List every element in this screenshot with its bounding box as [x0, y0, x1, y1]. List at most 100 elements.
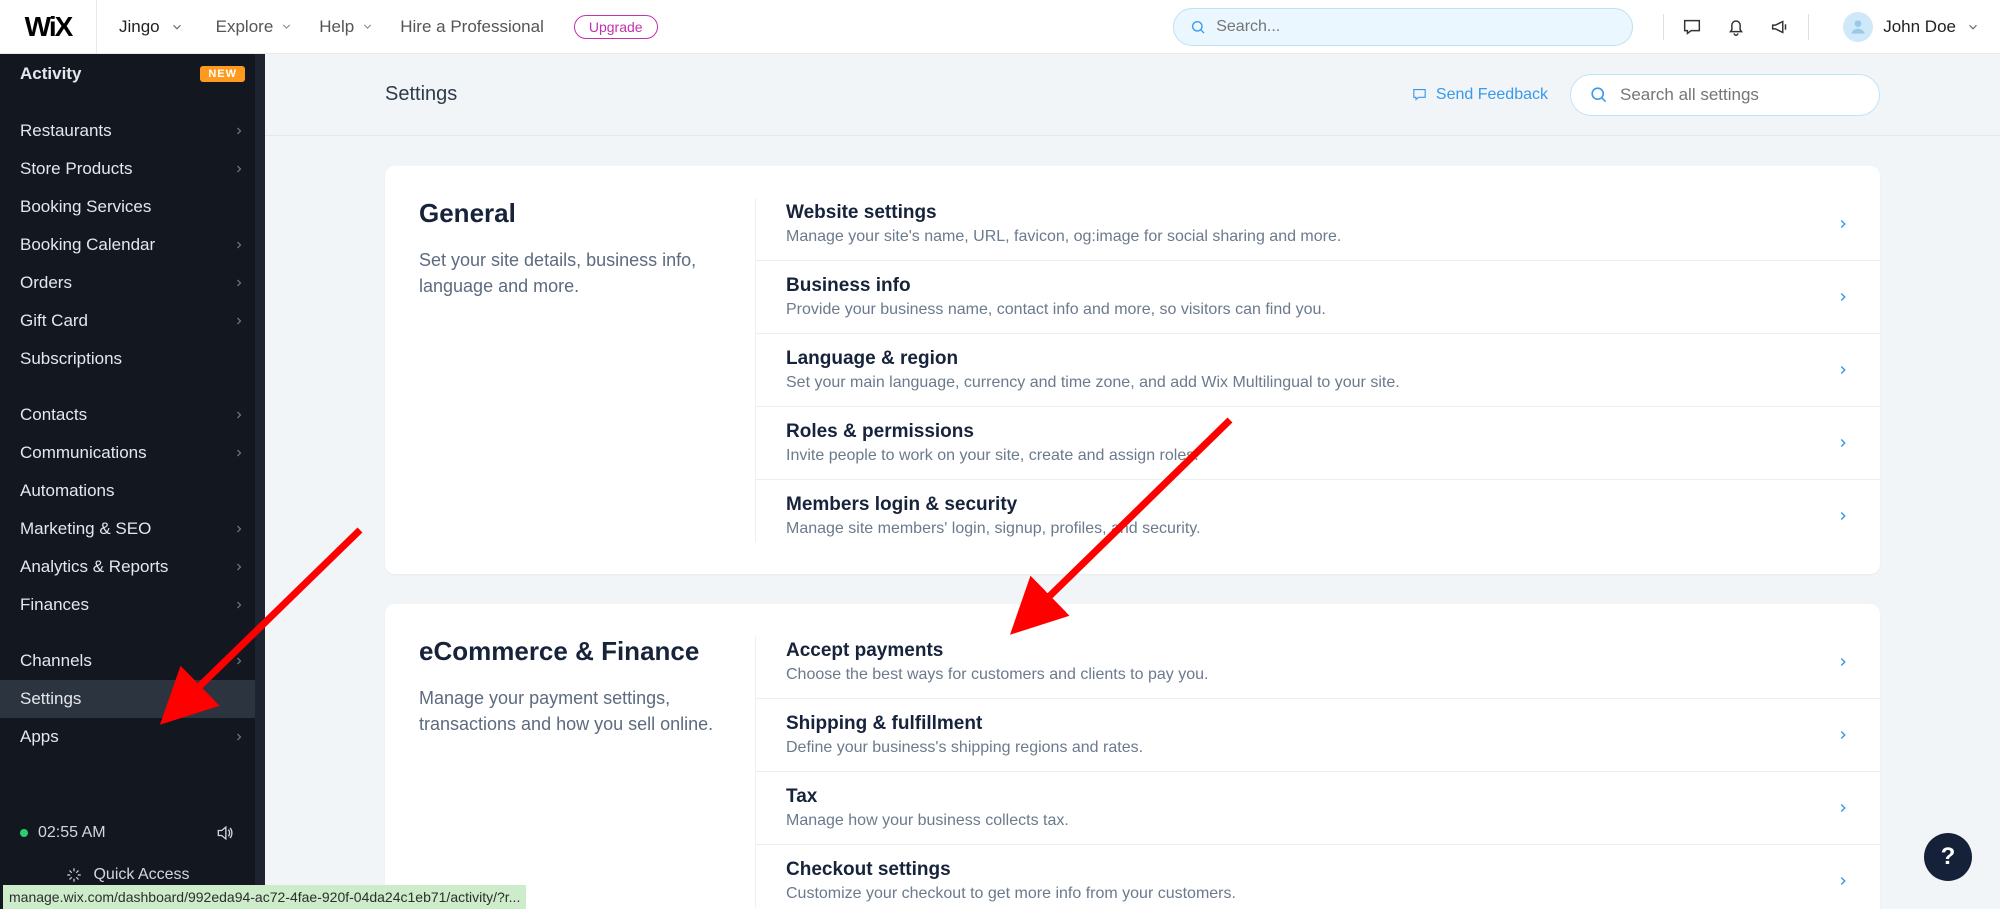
top-menu-hire[interactable]: Hire a Professional	[400, 17, 544, 37]
global-search-input[interactable]	[1216, 18, 1616, 36]
settings-section: General Set your site details, business i…	[385, 166, 1880, 574]
setting-title: Business info	[786, 275, 1326, 297]
settings-header: Settings Send Feedback	[265, 54, 2000, 136]
chevron-right-icon	[1836, 436, 1850, 450]
user-name: John Doe	[1883, 17, 1956, 37]
sidebar-item-analytics-reports[interactable]: Analytics & Reports	[0, 548, 265, 586]
sidebar-item-subscriptions[interactable]: Subscriptions	[0, 340, 265, 378]
setting-row-business-info[interactable]: Business infoProvide your business name,…	[756, 261, 1880, 334]
section-description: Set your site details, business info, la…	[419, 247, 719, 299]
chevron-down-icon	[280, 20, 293, 33]
send-feedback-link[interactable]: Send Feedback	[1411, 86, 1548, 104]
global-search[interactable]	[1173, 8, 1633, 46]
chevron-right-icon	[1836, 217, 1850, 231]
chevron-right-icon	[233, 315, 245, 327]
upgrade-button[interactable]: Upgrade	[574, 15, 658, 39]
sidebar-item-label: Restaurants	[20, 121, 112, 141]
setting-subtitle: Manage how your business collects tax.	[786, 812, 1069, 830]
top-menu-help[interactable]: Help	[319, 17, 374, 37]
settings-search[interactable]	[1570, 74, 1880, 116]
sidebar-item-label: Settings	[20, 689, 81, 709]
sidebar-footer: 02:55 AM	[0, 813, 255, 853]
setting-row-website-settings[interactable]: Website settingsManage your site's name,…	[756, 198, 1880, 261]
sidebar-item-store-products[interactable]: Store Products	[0, 150, 265, 188]
setting-row-members-login-security[interactable]: Members login & securityManage site memb…	[756, 480, 1880, 542]
chevron-right-icon	[233, 561, 245, 573]
chevron-right-icon	[233, 163, 245, 175]
setting-row-language-region[interactable]: Language & regionSet your main language,…	[756, 334, 1880, 407]
chat-icon[interactable]	[1670, 9, 1714, 45]
megaphone-icon[interactable]	[1758, 9, 1802, 45]
volume-icon[interactable]	[215, 823, 235, 843]
sidebar-item-settings[interactable]: Settings	[0, 680, 265, 718]
setting-row-checkout-settings[interactable]: Checkout settings Customize your checkout…	[756, 845, 1880, 907]
page-title: Settings	[385, 83, 457, 106]
sidebar-item-channels[interactable]: Channels	[0, 642, 265, 680]
sidebar-item-orders[interactable]: Orders	[0, 264, 265, 302]
sidebar-item-gift-card[interactable]: Gift Card	[0, 302, 265, 340]
sidebar-item-label: Analytics & Reports	[20, 557, 168, 577]
setting-row-shipping-fulfillment[interactable]: Shipping & fulfillmentDefine your busine…	[756, 699, 1880, 772]
chevron-right-icon	[233, 655, 245, 667]
send-feedback-label: Send Feedback	[1436, 86, 1548, 104]
top-bar: WiX Jingo Explore Help Hire a Profession…	[0, 0, 2000, 54]
chevron-right-icon	[233, 239, 245, 251]
settings-search-input[interactable]	[1620, 85, 1861, 105]
section-title: General	[419, 198, 721, 229]
top-menu-label: Explore	[216, 17, 274, 37]
chevron-right-icon	[1836, 363, 1850, 377]
sidebar-item-contacts[interactable]: Contacts	[0, 396, 265, 434]
setting-title: Accept payments	[786, 640, 1208, 662]
setting-row-accept-payments[interactable]: Accept paymentsChoose the best ways for …	[756, 636, 1880, 699]
sidebar-item-automations[interactable]: Automations	[0, 472, 265, 510]
chevron-right-icon	[233, 599, 245, 611]
new-badge: NEW	[200, 66, 245, 82]
sidebar-item-finances[interactable]: Finances	[0, 586, 265, 624]
user-menu[interactable]: John Doe	[1815, 12, 2000, 42]
wix-logo[interactable]: WiX	[0, 0, 97, 54]
sidebar-item-booking-calendar[interactable]: Booking Calendar	[0, 226, 265, 264]
setting-row-tax[interactable]: Tax Manage how your business collects tax…	[756, 772, 1880, 845]
setting-subtitle: Set your main language, currency and tim…	[786, 374, 1400, 392]
sidebar-item-booking-services[interactable]: Booking Services	[0, 188, 265, 226]
sidebar-item-marketing-seo[interactable]: Marketing & SEO	[0, 510, 265, 548]
chevron-down-icon	[170, 20, 184, 34]
top-menu-label: Help	[319, 17, 354, 37]
sidebar-item-communications[interactable]: Communications	[0, 434, 265, 472]
setting-subtitle: Customize your checkout to get more info…	[786, 885, 1236, 903]
settings-section: eCommerce & FinanceManage your payment s…	[385, 604, 1880, 909]
sidebar-item-label: Booking Calendar	[20, 235, 155, 255]
top-menu-explore[interactable]: Explore	[216, 17, 294, 37]
chevron-down-icon	[361, 20, 374, 33]
setting-title: Checkout settings	[786, 859, 1236, 881]
bell-icon[interactable]	[1714, 9, 1758, 45]
chevron-right-icon	[1836, 801, 1850, 815]
quick-access-label: Quick Access	[93, 866, 189, 884]
sidebar-item-label: Channels	[20, 651, 92, 671]
sidebar-item-label: Booking Services	[20, 197, 151, 217]
setting-subtitle: Manage your site's name, URL, favicon, o…	[786, 228, 1341, 246]
setting-title: Roles & permissions	[786, 421, 1199, 443]
avatar-icon	[1843, 12, 1873, 42]
setting-title: Tax	[786, 786, 1069, 808]
sidebar-item-label: Finances	[20, 595, 89, 615]
sidebar-item-activity[interactable]: Activity NEW	[0, 54, 265, 94]
sidebar-item-apps[interactable]: Apps	[0, 718, 265, 756]
help-bubble-button[interactable]: ?	[1924, 833, 1972, 881]
search-icon	[1589, 85, 1608, 104]
chevron-down-icon	[1966, 20, 1980, 34]
chevron-right-icon	[233, 523, 245, 535]
setting-row-roles-permissions[interactable]: Roles & permissionsInvite people to work…	[756, 407, 1880, 480]
chevron-right-icon	[233, 409, 245, 421]
site-switcher[interactable]: Jingo	[97, 17, 206, 37]
settings-content: General Set your site details, business i…	[265, 136, 2000, 909]
feedback-icon	[1411, 86, 1428, 103]
section-title: eCommerce & Finance	[419, 636, 721, 667]
sidebar-scrollbar[interactable]	[255, 54, 265, 909]
separator	[1808, 14, 1809, 40]
sidebar-item-label: Automations	[20, 481, 115, 501]
setting-title: Shipping & fulfillment	[786, 713, 1143, 735]
setting-title: Members login & security	[786, 494, 1201, 516]
chevron-right-icon	[1836, 290, 1850, 304]
sidebar-item-restaurants[interactable]: Restaurants	[0, 112, 265, 150]
